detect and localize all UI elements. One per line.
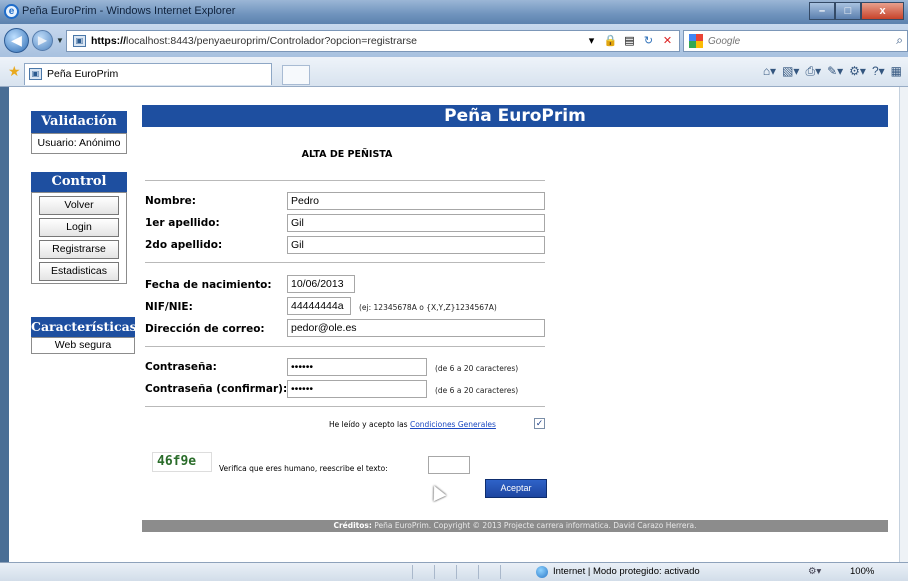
address-bar: ◀ ▶ ▼ ▣ https://localhost:8443/penyaeuro… — [0, 24, 908, 57]
back-button[interactable]: ◀ — [4, 28, 29, 53]
caracteristicas-title: Características — [31, 317, 137, 337]
vertical-scrollbar[interactable] — [899, 87, 908, 562]
window-title-bar: e Peña EuroPrim - Windows Internet Explo… — [0, 0, 908, 24]
correo-label: Dirección de correo: — [145, 323, 265, 335]
validacion-box: Usuario: Anónimo — [31, 133, 127, 154]
maximize-button[interactable]: □ — [835, 2, 861, 20]
ie-logo-icon: e — [4, 4, 19, 19]
protected-mode-icon[interactable]: ⚙▾ — [808, 566, 821, 577]
status-bar: Internet | Modo protegido: activado ⚙▾ 1… — [0, 562, 908, 581]
tools-gear-icon[interactable]: ⚙▾ — [849, 64, 866, 79]
control-title: Control — [31, 172, 127, 192]
command-bar: ⌂▾ ▧▾ ⎙▾ ✎▾ ⚙▾ ?▾ ▦ — [763, 64, 902, 79]
nif-label: NIF/NIE: — [145, 301, 193, 313]
divider — [145, 262, 545, 264]
web-page: Validación Usuario: Anónimo Control Volv… — [9, 87, 899, 562]
terms-link[interactable]: Condiciones Generales — [410, 420, 496, 429]
window-title: Peña EuroPrim - Windows Internet Explore… — [22, 5, 236, 17]
google-logo-icon — [689, 34, 703, 48]
control-box: Volver Login Registrarse Estadisticas — [31, 192, 127, 284]
tab-favicon-icon: ▣ — [29, 68, 42, 80]
recent-pages-dropdown-icon[interactable]: ▼ — [56, 36, 64, 45]
search-box[interactable]: ⌕ — [683, 30, 908, 52]
favorites-star-icon[interactable]: ★ — [8, 63, 21, 80]
content-frame: Validación Usuario: Anónimo Control Volv… — [0, 87, 908, 562]
fecha-input[interactable]: 10/06/2013 — [287, 275, 355, 293]
mouse-cursor-icon — [427, 482, 447, 502]
apellido1-label: 1er apellido: — [145, 217, 220, 229]
password-label: Contraseña: — [145, 361, 217, 373]
close-button[interactable]: x — [861, 2, 904, 20]
web-segura-label: Web segura — [54, 339, 112, 351]
page-subtitle: ALTA DE PEÑISTA — [301, 149, 393, 160]
password-confirm-input[interactable]: •••••• — [287, 380, 427, 398]
divider — [145, 180, 545, 182]
aceptar-button[interactable]: Aceptar — [485, 479, 547, 498]
user-status: Usuario: Anónimo — [37, 137, 121, 149]
zoom-level[interactable]: 100% — [850, 566, 874, 577]
page-icon[interactable]: ✎▾ — [827, 64, 843, 79]
correo-input[interactable]: pedor@ole.es — [287, 319, 545, 337]
tab-bar: ★ ▣ Peña EuroPrim ⌂▾ ▧▾ ⎙▾ ✎▾ ⚙▾ ?▾ ▦ — [0, 57, 908, 87]
divider — [145, 346, 545, 348]
refresh-icon[interactable]: ↻ — [641, 34, 656, 49]
nombre-label: Nombre: — [145, 195, 196, 207]
fecha-label: Fecha de nacimiento: — [145, 279, 272, 291]
terms-checkbox[interactable]: ✓ — [534, 418, 545, 429]
nif-hint: (ej: 12345678A o {X,Y,Z}1234567A) — [359, 303, 497, 312]
caracteristicas-box: Web segura — [31, 337, 135, 354]
volver-button[interactable]: Volver — [39, 196, 119, 215]
password-hint: (de 6 a 20 caracteres) — [435, 364, 519, 373]
search-input[interactable] — [708, 33, 883, 49]
nif-input[interactable]: 44444444a — [287, 297, 351, 315]
apellido1-input[interactable]: Gil — [287, 214, 545, 232]
password-input[interactable]: •••••• — [287, 358, 427, 376]
stop-icon[interactable]: ✕ — [660, 34, 675, 49]
compatibility-view-icon[interactable]: ▤ — [622, 34, 637, 49]
terms-text: He leído y acepto las Condiciones Genera… — [329, 420, 496, 429]
login-button[interactable]: Login — [39, 218, 119, 237]
tab-pena-europrim[interactable]: ▣ Peña EuroPrim — [24, 63, 272, 85]
apellido2-input[interactable]: Gil — [287, 236, 545, 254]
minimize-button[interactable]: – — [809, 2, 835, 20]
captcha-input[interactable] — [428, 456, 470, 474]
captcha-prompt: Verifica que eres humano, reescribe el t… — [219, 464, 388, 473]
dropdown-arrow-icon[interactable]: ▾ — [584, 34, 599, 49]
footer: Créditos: Peña EuroPrim. Copyright © 201… — [142, 520, 888, 532]
page-header: Peña EuroPrim — [142, 105, 888, 127]
research-icon[interactable]: ▦ — [891, 64, 902, 79]
new-tab-button[interactable] — [282, 65, 310, 85]
help-icon[interactable]: ?▾ — [872, 64, 885, 79]
registrarse-button[interactable]: Registrarse — [39, 240, 119, 259]
password-confirm-hint: (de 6 a 20 caracteres) — [435, 386, 519, 395]
validacion-title: Validación — [31, 111, 127, 133]
tab-label: Peña EuroPrim — [47, 68, 119, 80]
home-icon[interactable]: ⌂▾ — [763, 64, 776, 79]
password-confirm-label: Contraseña (confirmar): — [145, 383, 288, 395]
url-text[interactable]: https://localhost:8443/penyaeuroprim/Con… — [91, 35, 417, 47]
nombre-input[interactable]: Pedro — [287, 192, 545, 210]
divider — [145, 406, 545, 408]
search-icon[interactable]: ⌕ — [896, 33, 903, 48]
page-favicon-icon: ▣ — [73, 35, 86, 47]
apellido2-label: 2do apellido: — [145, 239, 223, 251]
feeds-icon[interactable]: ▧▾ — [782, 64, 799, 79]
captcha-image: 46f9e — [152, 452, 212, 472]
estadisticas-button[interactable]: Estadisticas — [39, 262, 119, 281]
url-field[interactable]: ▣ https://localhost:8443/penyaeuroprim/C… — [66, 30, 680, 52]
internet-zone-icon — [536, 566, 548, 578]
forward-button[interactable]: ▶ — [32, 30, 53, 51]
security-zone[interactable]: Internet | Modo protegido: activado — [553, 566, 700, 577]
print-icon[interactable]: ⎙▾ — [805, 64, 821, 79]
lock-icon[interactable]: 🔒 — [603, 34, 618, 49]
